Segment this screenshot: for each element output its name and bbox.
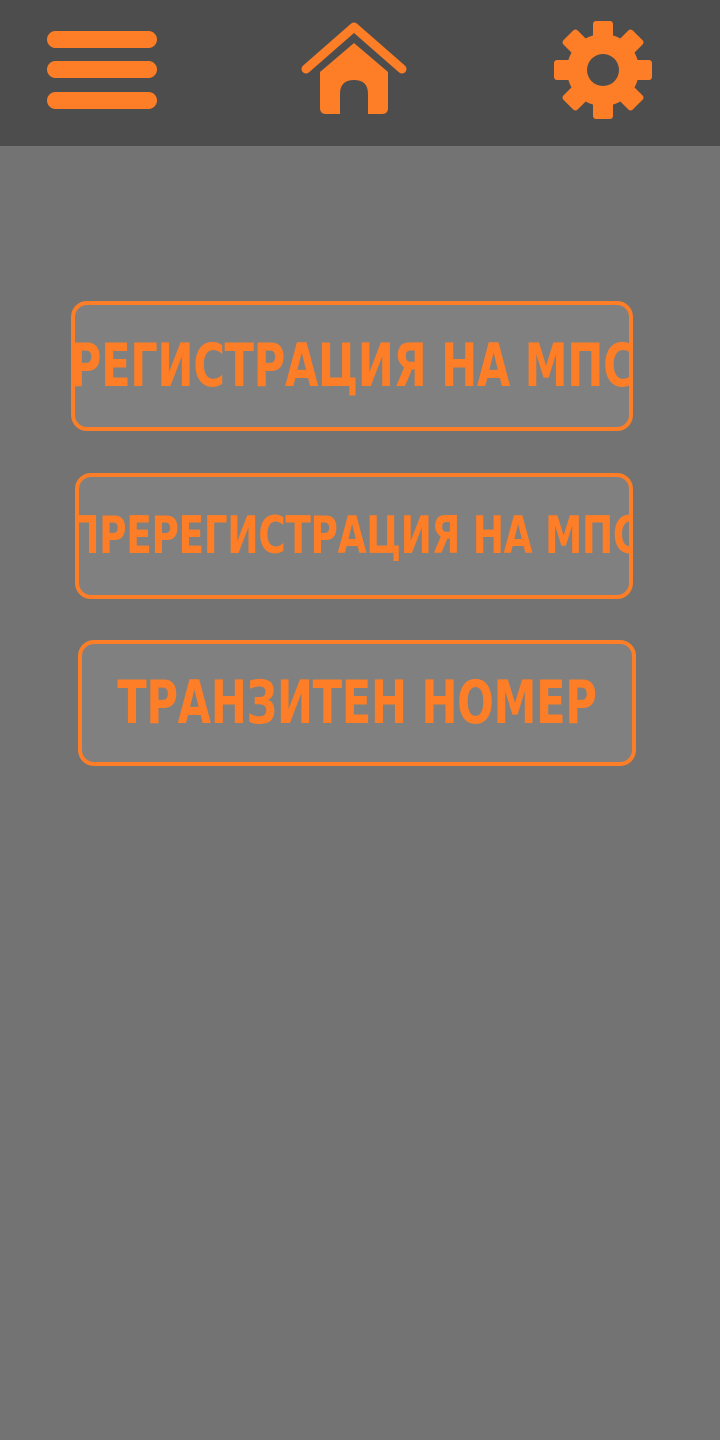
home-icon — [301, 22, 407, 114]
top-app-bar — [0, 0, 720, 146]
settings-button[interactable] — [548, 20, 658, 120]
vehicle-registration-label: РЕГИСТРАЦИЯ НА МПС — [71, 331, 633, 401]
vehicle-reregistration-button[interactable]: ПРЕРЕГИСТРАЦИЯ НА МПС — [75, 473, 633, 599]
transit-number-button[interactable]: ТРАНЗИТЕН НОМЕР — [78, 640, 636, 766]
vehicle-registration-button[interactable]: РЕГИСТРАЦИЯ НА МПС — [71, 301, 633, 431]
home-button[interactable] — [300, 22, 408, 118]
gear-icon — [554, 21, 652, 119]
menu-button[interactable] — [44, 28, 160, 114]
hamburger-menu-icon — [47, 31, 157, 109]
vehicle-reregistration-label: ПРЕРЕГИСТРАЦИЯ НА МПС — [75, 506, 633, 566]
transit-number-label: ТРАНЗИТЕН НОМЕР — [117, 668, 597, 738]
